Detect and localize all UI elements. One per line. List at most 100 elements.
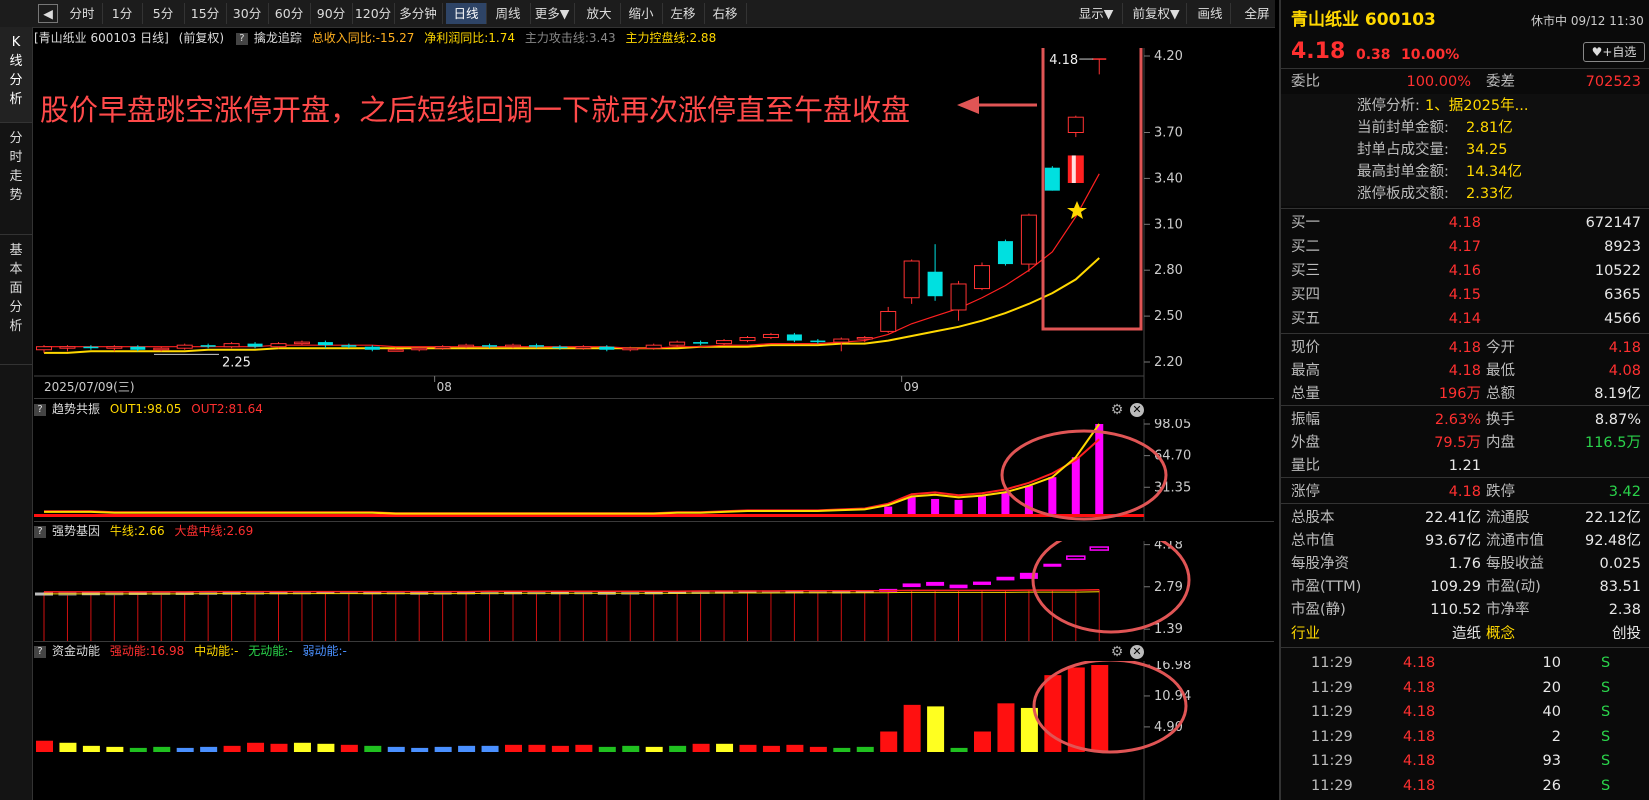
stat-value: 196万 <box>1438 386 1481 402</box>
trend-close-icon[interactable]: ✕ <box>1130 403 1144 417</box>
bid-level: 买三 <box>1291 263 1320 279</box>
trend-bar <box>1048 477 1057 517</box>
price-axis-label: 3.40 <box>1154 171 1183 186</box>
toolbar-right-item-3[interactable]: 全屏 <box>1234 3 1281 24</box>
tick-time: 11:29 <box>1311 655 1353 671</box>
tick-price: 4.18 <box>1403 655 1436 671</box>
left-tab-1[interactable]: 分时走势 <box>0 123 32 235</box>
money-bar <box>82 745 100 752</box>
toolbar-right-item-0[interactable]: 显示▼ <box>1070 3 1123 24</box>
toolbar-item-12[interactable]: 放大 <box>578 3 621 24</box>
candle-body <box>903 260 920 299</box>
money-close-icon[interactable]: ✕ <box>1130 645 1144 659</box>
toolbar-item-1[interactable]: 1分 <box>102 3 143 24</box>
toolbar-item-0[interactable]: 分时 <box>62 3 103 24</box>
zt-value: 34.25 <box>1466 142 1508 158</box>
zt-label: 封单占成交量: <box>1357 142 1449 158</box>
toolbar-item-14[interactable]: 左移 <box>662 3 705 24</box>
money-bar <box>364 745 382 752</box>
trend-bar <box>1001 492 1010 517</box>
weak-energy: 弱动能:- <box>302 644 347 658</box>
stat-label: 最低 <box>1486 363 1515 379</box>
money-bar <box>528 744 546 752</box>
strong-box <box>949 584 968 589</box>
toolbar-item-7[interactable]: 120分 <box>352 3 395 24</box>
bid-price: 4.17 <box>1448 239 1481 255</box>
money-chart[interactable]: 16.9810.944.90 <box>34 661 1274 800</box>
indicator-help-icon[interactable]: ? <box>235 32 248 45</box>
trend-settings-gear-icon[interactable]: ⚙ <box>1110 403 1124 417</box>
bull-line-value: 牛线:2.66 <box>109 524 165 538</box>
toolbar: ◀ 分时 1分 5分 15分 30分 60分 90分 120分 多分钟 日线 周线 更多▼ 放大 缩小 左移… <box>0 0 1281 28</box>
tick-time: 11:29 <box>1311 728 1353 745</box>
tick-price: 4.18 <box>1403 728 1436 745</box>
toolbar-right-item-2[interactable]: 画线 <box>1190 3 1231 24</box>
trend-chart[interactable]: 98.0564.7031.35 <box>34 419 1274 521</box>
price-axis-label: 2.20 <box>1154 355 1183 370</box>
left-tab-2[interactable]: 基本面分析 <box>0 235 32 365</box>
fund-label: 总市值 <box>1291 533 1335 549</box>
toolbar-item-9[interactable]: 日线 <box>446 3 487 24</box>
trend-help-icon[interactable]: ? <box>34 403 46 416</box>
strong-title[interactable]: 强势基因 <box>52 524 100 538</box>
money-bar <box>974 731 991 752</box>
candle-body <box>293 341 310 345</box>
toolbar-item-6[interactable]: 90分 <box>310 3 353 24</box>
money-bar <box>1091 665 1109 752</box>
zt-value: 14.34亿 <box>1466 164 1523 180</box>
money-bar <box>833 747 851 752</box>
indicator-name[interactable]: 擒龙追踪 <box>254 31 302 45</box>
industry-label: 行业 <box>1291 626 1320 642</box>
zt-value: 1、据2025年... <box>1425 98 1529 114</box>
money-bar <box>340 744 358 752</box>
toolbar-item-2[interactable]: 5分 <box>142 3 185 24</box>
toolbar-item-8[interactable]: 多分钟 <box>394 3 443 24</box>
mid-energy: 中动能:- <box>194 644 239 658</box>
strong-box <box>1066 555 1086 560</box>
toolbar-item-3[interactable]: 15分 <box>184 3 227 24</box>
stat-value: 79.5万 <box>1434 435 1481 451</box>
strong-chart[interactable]: 4.18 2.79 1.39 <box>34 541 1274 641</box>
money-help-icon[interactable]: ? <box>34 645 46 658</box>
strong-help-icon[interactable]: ? <box>34 525 46 538</box>
fund-value: 22.12亿 <box>1584 510 1641 526</box>
fund-value: 83.51 <box>1599 579 1641 595</box>
money-bar <box>411 747 429 752</box>
bid-level: 买一 <box>1291 215 1320 231</box>
limit-up-value: 4.18 <box>1448 484 1481 500</box>
candle-body <box>200 345 216 347</box>
strong-box <box>1019 572 1038 579</box>
bid-volume: 4566 <box>1604 311 1641 327</box>
left-tab-0[interactable]: K线分析 <box>0 27 32 123</box>
toolbar-right-item-1[interactable]: 前复权▼ <box>1126 3 1187 24</box>
stat-label: 最高 <box>1291 363 1320 379</box>
market-status: 休市中 09/12 11:30 <box>1531 14 1644 28</box>
bid-price: 4.15 <box>1448 287 1481 303</box>
toolbar-item-10[interactable]: 周线 <box>486 3 531 24</box>
money-bar <box>458 745 476 752</box>
price-axis-label: 3.10 <box>1154 217 1183 232</box>
candle-body <box>505 344 521 348</box>
trend-title[interactable]: 趋势共振 <box>52 402 100 416</box>
toolbar-item-15[interactable]: 右移 <box>704 3 747 24</box>
sidebar-toggle-button[interactable]: ◀ <box>38 4 58 23</box>
toolbar-item-5[interactable]: 60分 <box>268 3 311 24</box>
stat-value: 2.63% <box>1434 412 1481 428</box>
stat-label: 总额 <box>1486 386 1515 402</box>
money-bar <box>270 743 288 752</box>
candle-body <box>411 347 428 351</box>
money-bar <box>293 742 311 752</box>
toolbar-item-13[interactable]: 缩小 <box>620 3 663 24</box>
money-title[interactable]: 资金动能 <box>52 644 100 658</box>
money-panel-header: ? 资金动能 强动能:16.98 中动能:- 无动能:- 弱动能:- <box>34 641 347 661</box>
money-bar <box>481 745 499 752</box>
concept-label: 概念 <box>1486 626 1515 642</box>
money-settings-gear-icon[interactable]: ⚙ <box>1110 645 1124 659</box>
add-watchlist-button[interactable]: ♥+自选 <box>1583 42 1645 62</box>
candle-body <box>1044 167 1060 191</box>
strong-energy: 强动能:16.98 <box>109 644 185 658</box>
toolbar-item-4[interactable]: 30分 <box>226 3 269 24</box>
trend-panel-header: ? 趋势共振 OUT1:98.05 OUT2:81.64 <box>34 399 263 419</box>
stat-label: 量比 <box>1291 458 1320 474</box>
toolbar-item-11[interactable]: 更多▼ <box>530 3 575 24</box>
